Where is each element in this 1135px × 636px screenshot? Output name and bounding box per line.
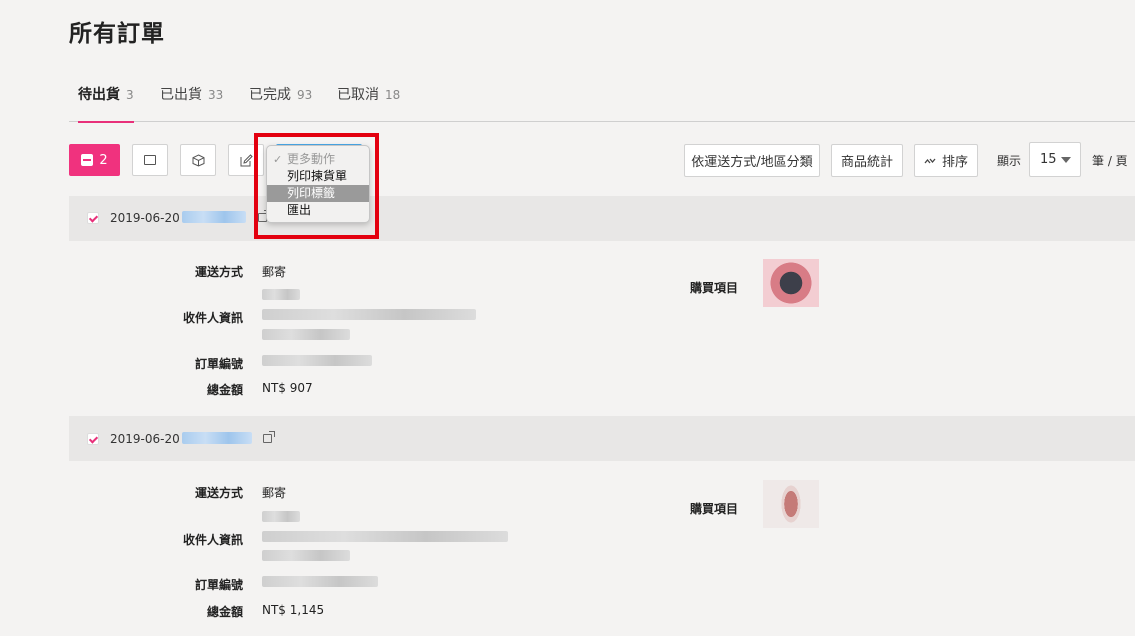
recipient-name-blurred [262, 511, 300, 522]
tab-label: 待出貨 [78, 87, 120, 103]
tab-shipped[interactable]: 已出貨 33 [160, 84, 223, 122]
sort-icon [924, 158, 936, 163]
per-page-unit: 筆 / 頁 [1092, 154, 1128, 168]
product-thumbnail[interactable] [763, 259, 819, 307]
tab-pending[interactable]: 待出貨 3 [78, 84, 134, 123]
purchased-items-label: 購買項目 [689, 281, 738, 295]
calendar-icon [144, 155, 156, 165]
sort-button[interactable]: 排序 [914, 144, 978, 177]
external-link-icon[interactable] [263, 431, 275, 443]
recipient-name-blurred [262, 289, 300, 300]
customer-name-blurred [182, 211, 246, 223]
product-thumbnail[interactable] [763, 480, 819, 528]
order-total-label: 總金額 [206, 605, 243, 619]
tab-cancelled[interactable]: 已取消 18 [337, 84, 400, 122]
display-label: 顯示 [997, 154, 1022, 168]
order-checkbox[interactable] [87, 433, 99, 445]
recipient-info-label: 收件人資訊 [182, 533, 243, 547]
group-by-shipping-button[interactable]: 依運送方式/地區分類 [684, 144, 820, 177]
selected-count: 2 [99, 152, 108, 168]
per-page-value: 15 [1040, 152, 1057, 167]
tab-count: 3 [126, 88, 134, 102]
minus-checkbox-icon [81, 154, 94, 166]
tab-count: 18 [385, 88, 401, 102]
recipient-phone-blurred [262, 329, 350, 340]
purchased-items-label: 購買項目 [689, 502, 738, 516]
tab-label: 已完成 [249, 87, 291, 103]
edit-icon [240, 153, 253, 166]
shipping-method-value: 郵寄 [262, 265, 287, 279]
tab-label: 已取消 [337, 87, 379, 103]
shipping-method-label: 運送方式 [194, 486, 243, 500]
calendar-button[interactable] [132, 144, 168, 176]
order-number-label: 訂單編號 [194, 578, 243, 592]
order-date: 2019-06-20 [110, 211, 180, 225]
shipping-method-label: 運送方式 [194, 265, 243, 279]
tab-count: 93 [297, 88, 313, 102]
product-stats-button[interactable]: 商品統計 [831, 144, 903, 177]
tab-label: 已出貨 [160, 87, 202, 103]
tab-completed[interactable]: 已完成 93 [249, 84, 312, 122]
order-total-value: NT$ 907 [262, 381, 313, 395]
sort-label: 排序 [941, 155, 968, 170]
order-total-value: NT$ 1,145 [262, 603, 325, 617]
order-total-label: 總金額 [206, 383, 243, 397]
chevron-down-icon [1061, 157, 1071, 163]
order-number-label: 訂單編號 [194, 357, 243, 371]
page-title: 所有訂單 [69, 21, 165, 47]
order-date: 2019-06-20 [110, 432, 180, 446]
order-status-tabs: 待出貨 3 已出貨 33 已完成 93 已取消 18 [69, 84, 1135, 123]
package-button[interactable] [180, 144, 216, 176]
recipient-address-blurred [262, 531, 508, 542]
customer-name-blurred [182, 432, 252, 444]
tab-count: 33 [208, 88, 224, 102]
order-number-blurred [262, 576, 378, 587]
order-number-blurred [262, 355, 372, 366]
order-checkbox[interactable] [87, 212, 99, 224]
recipient-info-label: 收件人資訊 [182, 311, 243, 325]
per-page-select[interactable]: 15 [1029, 142, 1081, 177]
shipping-method-value: 郵寄 [262, 486, 287, 500]
highlight-annotation-box [254, 133, 379, 239]
recipient-address-blurred [262, 309, 476, 320]
select-all-button[interactable]: 2 [69, 144, 120, 176]
recipient-phone-blurred [262, 550, 350, 561]
box-icon [192, 153, 204, 167]
